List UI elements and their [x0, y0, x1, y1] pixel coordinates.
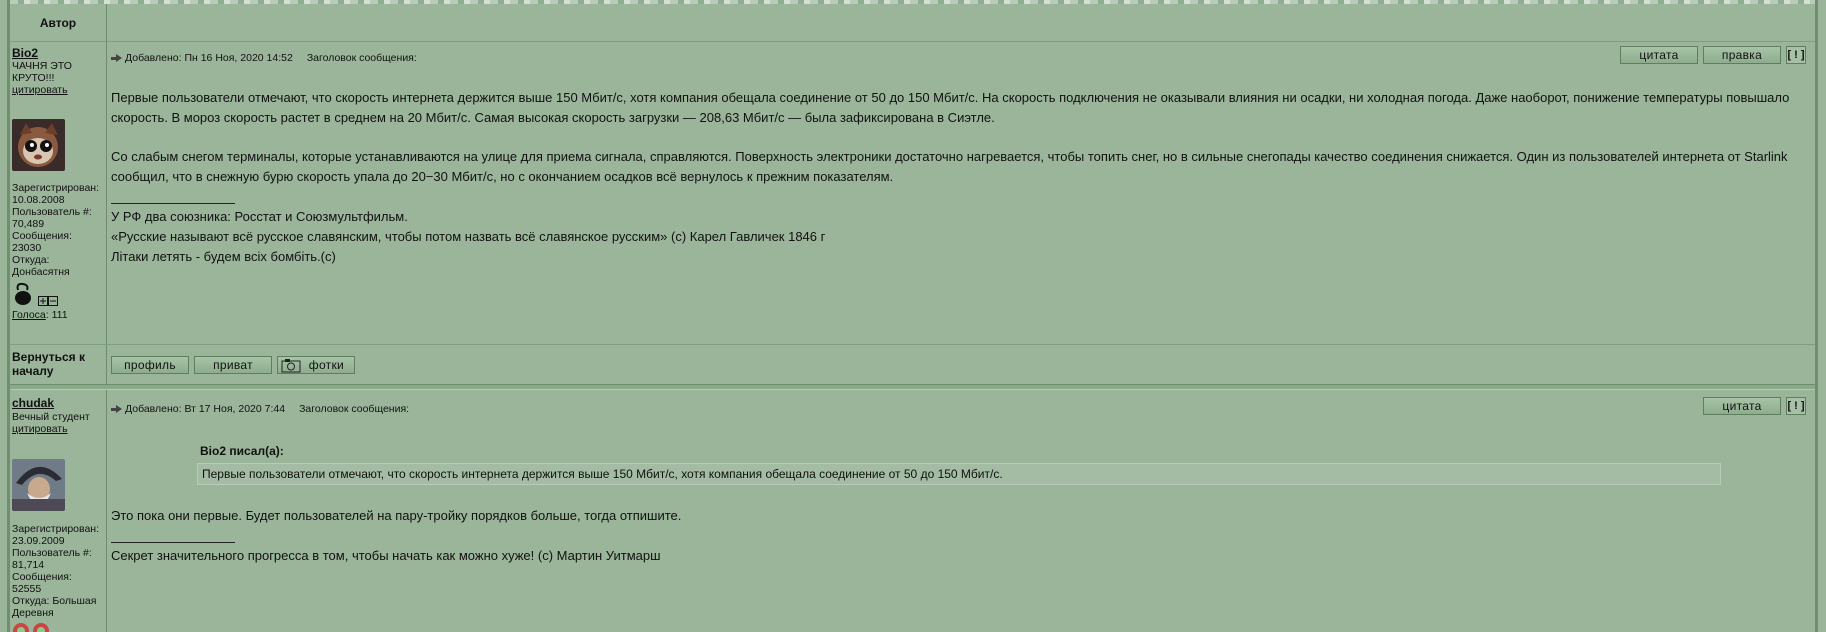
votes-info: Голоса: 111	[12, 309, 68, 321]
back-to-top-link[interactable]: Вернуться к началу	[12, 350, 102, 378]
grenade-icon	[15, 282, 31, 305]
quote-user-link[interactable]: цитировать	[12, 84, 104, 96]
edit-button[interactable]: правка	[1703, 46, 1781, 64]
post-subject-label: Заголовок сообщения:	[299, 403, 410, 415]
expand-collapse-icon[interactable]	[38, 296, 58, 306]
column-divider	[106, 4, 107, 632]
signature-divider	[111, 542, 235, 543]
photos-button[interactable]: фотки	[277, 356, 355, 374]
quote-button[interactable]: цитата	[1620, 46, 1698, 64]
award-badge-icon	[13, 623, 49, 632]
user-rank: ЧАЧНЯ ЭТО КРУТО!!!	[12, 60, 72, 84]
votes-link[interactable]: Голоса	[12, 309, 46, 321]
post-subject-label: Заголовок сообщения:	[306, 52, 417, 64]
signature-line-3: Літаки летять - будем всіх бомбіть.(с)	[111, 249, 336, 264]
quote-button[interactable]: цитата	[1703, 397, 1781, 415]
quote-block: Первые пользователи отмечают, что скорос…	[197, 463, 1721, 485]
post-text-p2: Со слабым снегом терминалы, которые уста…	[111, 149, 1788, 184]
photos-label: фотки	[308, 358, 344, 372]
private-message-button[interactable]: приват	[194, 356, 272, 374]
registered-info: Зарегистрирован: 23.09.2009 Пользователь…	[12, 523, 100, 619]
post-author-name[interactable]: chudak	[12, 396, 54, 410]
profile-button[interactable]: профиль	[111, 356, 189, 374]
signature-line-1: Секрет значительного прогресса в том, чт…	[111, 548, 661, 563]
signature-line-2: «Русские называют всё русское славянским…	[111, 229, 826, 244]
signature-line-1: У РФ два союзника: Росстат и Союзмультфи…	[111, 209, 408, 224]
registered-info: Зарегистрирован: 10.08.2008 Пользователь…	[12, 182, 100, 278]
camera-icon	[281, 359, 301, 373]
user-avatar	[12, 459, 65, 511]
quote-user-link[interactable]: цитировать	[12, 423, 104, 435]
divider	[10, 41, 1815, 42]
post-author-name[interactable]: Bio2	[12, 46, 38, 60]
user-avatar	[12, 119, 65, 171]
report-button[interactable]: [ ! ]	[1786, 46, 1806, 64]
post-separator	[10, 384, 1815, 390]
author-column-header: Автор	[39, 15, 77, 30]
post-date: Добавлено: Вт 17 Ноя, 2020 7:44	[125, 403, 286, 415]
post-text-p1: Это пока они первые. Будет пользователей…	[111, 508, 682, 523]
post-meta: Добавлено: Вт 17 Ноя, 2020 7:44 Заголово…	[111, 403, 409, 415]
post-arrow-icon[interactable]	[111, 404, 122, 414]
post-date: Добавлено: Пн 16 Ноя, 2020 14:52	[125, 52, 293, 64]
post-arrow-icon[interactable]	[111, 53, 122, 63]
user-rank: Вечный студент	[12, 411, 90, 423]
signature-divider	[111, 203, 235, 204]
divider	[10, 344, 1815, 345]
post-text-p1: Первые пользователи отмечают, что скорос…	[111, 90, 1790, 125]
quote-author: Bio2 писал(а):	[200, 444, 284, 458]
report-button[interactable]: [ ! ]	[1786, 397, 1806, 415]
post-meta: Добавлено: Пн 16 Ноя, 2020 14:52 Заголов…	[111, 52, 417, 64]
